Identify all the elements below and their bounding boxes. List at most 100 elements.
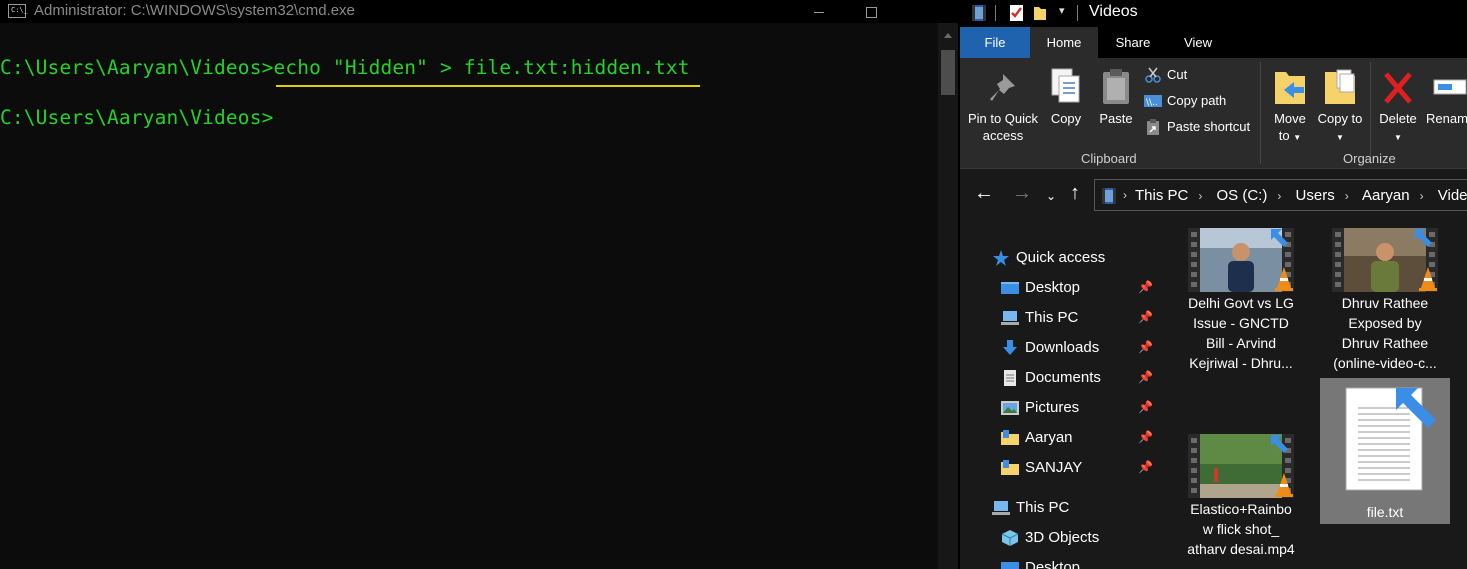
download-arrow-icon [1003,340,1017,355]
copy-to-button[interactable]: Copy to ▼ [1317,66,1363,146]
video-thumbnail [1188,434,1294,498]
computer-icon [1001,311,1019,325]
explorer-window: ▾ Videos File Home Share View Pin to Qui… [960,0,1467,569]
cmd-line-2[interactable]: C:\Users\Aaryan\Videos> [0,106,273,129]
desktop-icon [1001,562,1019,569]
desktop-icon [1001,282,1019,294]
file-tile-selected[interactable]: file.txt [1320,378,1450,524]
shortcut-arrow-icon [1271,229,1288,247]
cmd-app-icon[interactable]: C:\_ [8,4,28,18]
shortcut-arrow-icon [1271,435,1288,453]
copy-path-icon: \\.. [1144,95,1162,108]
chevron-right-icon[interactable]: › [1198,189,1202,203]
breadcrumb-os-c[interactable]: OS (C:) [1217,187,1268,204]
shortcut-arrow-icon [1396,388,1436,428]
copy-to-icon [1325,69,1355,104]
file-list: Delhi Govt vs LG Issue - GNCTD Bill - Arvi… [1156,220,1467,569]
tab-share[interactable]: Share [1110,27,1156,58]
group-separator [1260,62,1261,164]
cmd-scrollbar[interactable] [938,23,958,569]
minimize-icon [814,11,824,13]
breadcrumb-videos[interactable]: Videos [1438,187,1467,204]
tab-file[interactable]: File [960,27,1030,58]
video-thumbnail [1188,228,1294,292]
address-row: ← → ⌄ ↑ › This PC › OS (C:) › Users › Aarya… [960,170,1467,220]
maximize-button[interactable] [848,0,894,23]
paste-button[interactable]: Paste [1094,66,1138,127]
delete-button[interactable]: Delete ▼ [1374,66,1422,146]
qat-dropdown-icon[interactable]: ▾ [1059,4,1065,17]
file-tile[interactable]: Delhi Govt vs LG Issue - GNCTD Bill - Arvi… [1176,220,1306,380]
svg-text:\\..: \\.. [1146,98,1158,108]
ribbon-tabs: File Home Share View [960,27,1467,58]
video-thumbnail [1332,228,1438,292]
chevron-right-icon[interactable]: › [1420,189,1424,203]
pin-icon[interactable]: 📌 [1138,400,1153,414]
forward-arrow-icon[interactable]: → [1012,182,1032,205]
file-name: Elastico+Rainbo w flick shot_ atharv desai… [1187,501,1295,557]
up-arrow-icon[interactable]: ↑ [1070,182,1080,205]
chevron-right-icon[interactable]: › [1123,188,1127,202]
pin-icon[interactable]: 📌 [1138,370,1153,384]
chevron-right-icon[interactable]: › [1345,189,1349,203]
film-strip [1188,228,1200,292]
cmd-line-1[interactable]: C:\Users\Aaryan\Videos>echo "Hidden" > f… [0,56,690,79]
breadcrumb-aaryan[interactable]: Aaryan [1362,187,1410,204]
file-tile[interactable]: Elastico+Rainbo w flick shot_ atharv desai… [1176,426,1306,569]
qat-separator [1077,5,1078,21]
3d-cube-icon [1001,530,1019,546]
scrollbar-thumb[interactable] [941,50,955,95]
vlc-cone-icon [1419,267,1437,291]
film-strip [1188,434,1200,498]
pin-icon [990,74,1015,101]
pin-icon[interactable]: 📌 [1138,310,1153,324]
maximize-icon [865,6,877,18]
breadcrumb-this-pc[interactable]: This PC [1135,187,1188,204]
pin-icon[interactable]: 📌 [1138,280,1153,294]
vlc-cone-icon [1275,473,1293,497]
file-name: Delhi Govt vs LG Issue - GNCTD Bill - Arvi… [1188,295,1294,371]
cmd-prompt: C:\Users\Aaryan\Videos> [0,106,274,129]
recent-locations-chevron-icon[interactable]: ⌄ [1046,189,1056,203]
tab-home[interactable]: Home [1030,27,1098,58]
cmd-title-bar[interactable]: C:\_ Administrator: C:\WINDOWS\system32\… [0,0,958,23]
cmd-window: C:\_ Administrator: C:\WINDOWS\system32\… [0,0,958,569]
command-highlight-underline [276,85,700,87]
new-folder-icon[interactable] [1032,3,1048,23]
navigation-pane: Quick access Desktop This PC Downloads D… [960,220,1156,569]
explorer-title-bar[interactable]: ▾ Videos [960,0,1467,27]
file-name: file.txt [1366,504,1404,520]
cmd-prompt: C:\Users\Aaryan\Videos> [0,56,274,79]
chevron-right-icon[interactable]: › [1277,189,1281,203]
pin-to-quick-access-button[interactable]: Pin to Quick access [965,68,1041,144]
ribbon-home: Pin to Quick access Copy Paste Cut \\.. … [960,58,1467,169]
clipboard-group-label: Clipboard [1081,151,1137,166]
scroll-up-icon[interactable] [944,33,952,38]
pin-icon[interactable]: 📌 [1138,430,1153,444]
rename-button[interactable]: Rename [1426,66,1467,127]
pictures-icon [1001,401,1019,415]
paste-icon [1103,69,1129,104]
move-to-button[interactable]: Move to ▼ [1267,66,1313,146]
explorer-window-title: Videos [1089,3,1138,20]
properties-icon[interactable] [1008,3,1026,23]
back-arrow-icon[interactable]: ← [974,182,994,205]
address-bar[interactable]: › This PC › OS (C:) › Users › Aaryan › Video… [1094,179,1467,211]
cmd-window-title: Administrator: C:\WINDOWS\system32\cmd.e… [34,2,355,19]
file-tile[interactable]: Dhruv Rathee Exposed by Dhruv Rathee (onlin… [1320,220,1450,380]
move-to-icon [1275,72,1305,104]
computer-icon [992,501,1010,515]
breadcrumb: This PC › OS (C:) › Users › Aaryan › Videos [1135,187,1467,204]
scissors-icon [1145,67,1161,83]
minimize-button[interactable] [796,0,842,23]
pin-icon[interactable]: 📌 [1138,460,1153,474]
film-folder-icon [1102,188,1116,204]
group-separator [1370,62,1371,164]
qat-separator [995,5,996,21]
copy-button[interactable]: Copy [1044,66,1088,127]
cmd-command: echo "Hidden" > file.txt:hidden.txt [273,56,690,79]
breadcrumb-users[interactable]: Users [1296,187,1335,204]
film-strip [1332,228,1344,292]
tab-view[interactable]: View [1170,27,1226,58]
pin-icon[interactable]: 📌 [1138,340,1153,354]
